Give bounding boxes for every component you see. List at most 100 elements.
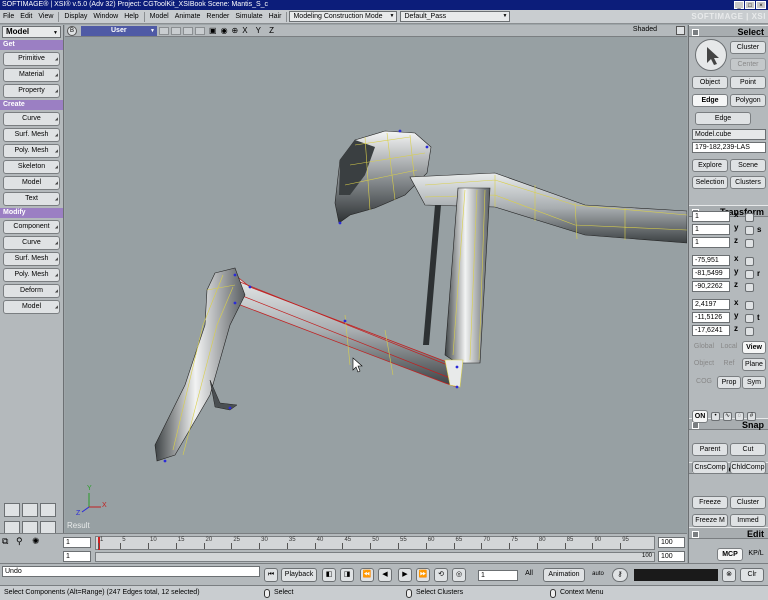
command-line[interactable] (634, 569, 718, 581)
mode-model[interactable]: Model (147, 10, 172, 24)
timeline-start-field[interactable]: 1 (63, 537, 91, 548)
cnscomp-button[interactable]: CnsComp (692, 461, 728, 474)
menu-view[interactable]: View (35, 10, 56, 24)
viewport[interactable]: B User ▣ ◉ ⊕ X Y Z Shaded (65, 25, 687, 533)
select-header[interactable]: Select (689, 25, 768, 37)
maximize-icon[interactable]: □ (745, 1, 755, 9)
translate-x-field[interactable]: 2,4197 (692, 299, 730, 310)
scale-lock-icon[interactable] (745, 213, 754, 222)
mode-simulate[interactable]: Simulate (232, 10, 265, 24)
rotate-x-field[interactable]: -75,951 (692, 255, 730, 266)
undo-dropdown[interactable]: Undo (2, 566, 260, 577)
scale-z-field[interactable]: 1 (692, 237, 730, 248)
rotate-lock-icon[interactable] (745, 283, 754, 292)
snap-on-button[interactable]: ON (692, 410, 708, 423)
modify-deform-button[interactable]: Deform (3, 284, 60, 298)
timeline-end-field[interactable]: 100 (658, 537, 685, 548)
translate-tool-icon[interactable]: t (757, 312, 760, 323)
mcp-tab[interactable]: MCP (717, 548, 743, 561)
rotate-lock-icon[interactable] (745, 257, 754, 266)
key-indicator-icon[interactable]: ⚷ (612, 568, 628, 582)
get-material-button[interactable]: Material (3, 68, 60, 82)
freeze-button[interactable]: Freeze (692, 496, 728, 509)
animation-button[interactable]: Animation (543, 568, 585, 582)
kpl-tab[interactable]: KP/L (744, 548, 768, 561)
rewind-icon[interactable]: ⏪ (360, 568, 374, 582)
script-editor-icon[interactable]: ⊗ (722, 568, 736, 582)
loop-icon[interactable]: ⟲ (434, 568, 448, 582)
close-icon[interactable]: × (756, 1, 766, 9)
timeline-ruler[interactable]: 1 5 10 15 20 25 30 35 40 45 50 55 60 65 70 75 80 85 90 95 (95, 536, 655, 550)
freeze-m-button[interactable]: Freeze M (692, 514, 728, 527)
snap-point-icon[interactable]: • (711, 412, 720, 421)
explore-button[interactable]: Explore (692, 159, 728, 172)
object-ref-button[interactable]: Object (692, 358, 716, 371)
split-view-icon[interactable] (40, 503, 56, 517)
rotate-lock-icon[interactable] (745, 270, 754, 279)
module-dropdown[interactable]: Model (2, 26, 61, 38)
translate-lock-icon[interactable] (745, 327, 754, 336)
layout-tool-icon[interactable] (22, 503, 38, 517)
translate-lock-icon[interactable] (745, 314, 754, 323)
play-icon[interactable]: ▶ (398, 568, 412, 582)
first-frame-icon[interactable]: ⏮ (264, 568, 278, 582)
scene-button[interactable]: Scene (730, 159, 766, 172)
snap-grid-icon[interactable]: # (747, 412, 756, 421)
all-dropdown[interactable]: All (520, 568, 538, 582)
create-skeleton-button[interactable]: Skeleton (3, 160, 60, 174)
mode-animate[interactable]: Animate (172, 10, 204, 24)
parent-button[interactable]: Parent (692, 443, 728, 456)
settings-icon[interactable]: ✺ (32, 536, 40, 547)
menu-display[interactable]: Display (61, 10, 90, 24)
ref-button[interactable]: Ref (717, 358, 741, 371)
get-property-button[interactable]: Property (3, 84, 60, 98)
clusters-button[interactable]: Clusters (730, 176, 766, 189)
current-frame-field[interactable]: 1 (63, 551, 91, 562)
record-icon[interactable]: ◎ (452, 568, 466, 582)
prev-key-icon[interactable]: ◧ (322, 568, 336, 582)
create-text-button[interactable]: Text (3, 192, 60, 206)
modify-curve-button[interactable]: Curve (3, 236, 60, 250)
modify-model-button[interactable]: Model (3, 300, 60, 314)
rotate-y-field[interactable]: -81,5499 (692, 268, 730, 279)
select-point-button[interactable]: Point (730, 76, 766, 89)
scale-y-field[interactable]: 1 (692, 224, 730, 235)
menu-file[interactable]: File (0, 10, 17, 24)
rotate-z-field[interactable]: -90,2262 (692, 281, 730, 292)
minimize-icon[interactable]: _ (734, 1, 744, 9)
plane-button[interactable]: Plane (742, 358, 766, 371)
edit-cluster-button[interactable]: Cluster (730, 496, 766, 509)
construction-mode-dropdown[interactable]: Modeling Construction Mode (289, 11, 398, 22)
create-curve-button[interactable]: Curve (3, 112, 60, 126)
menu-window[interactable]: Window (90, 10, 121, 24)
frame-field[interactable]: 1 (478, 570, 518, 581)
copy-icon[interactable]: ⧉ (2, 536, 8, 547)
grid-tool-icon[interactable] (4, 503, 20, 517)
mode-hair[interactable]: Hair (266, 10, 285, 24)
scale-lock-icon[interactable] (745, 226, 754, 235)
cog-button[interactable]: COG (692, 376, 716, 389)
select-arrow-icon[interactable] (695, 39, 727, 71)
cut-button[interactable]: Cut (730, 443, 766, 456)
fast-forward-icon[interactable]: ⏩ (416, 568, 430, 582)
sym-button[interactable]: Sym (742, 376, 766, 389)
select-center-button[interactable]: Center (730, 58, 766, 71)
pass-dropdown[interactable]: Default_Pass (400, 11, 511, 22)
range-end-field[interactable]: 100 (658, 551, 685, 562)
menu-help[interactable]: Help (121, 10, 141, 24)
playback-button[interactable]: Playback (281, 568, 317, 582)
auto-key-button[interactable]: auto (588, 568, 608, 582)
modify-poly-mesh-button[interactable]: Poly. Mesh (3, 268, 60, 282)
select-cluster-button[interactable]: Cluster (730, 41, 766, 54)
chldcomp-button[interactable]: ChldComp (730, 461, 766, 474)
local-button[interactable]: Local (717, 341, 741, 354)
selection-indices-field[interactable]: 179-182,239-LAS (692, 142, 766, 153)
immed-button[interactable]: Immed (730, 514, 766, 527)
menu-edit[interactable]: Edit (17, 10, 35, 24)
scale-x-field[interactable]: 1 (692, 211, 730, 222)
selection-button[interactable]: Selection (692, 176, 728, 189)
step-back-icon[interactable]: ◀ (378, 568, 392, 582)
select-edge-button[interactable]: Edge (692, 94, 728, 107)
snap-curve-icon[interactable]: ∿ (723, 412, 732, 421)
next-key-icon[interactable]: ◨ (340, 568, 354, 582)
